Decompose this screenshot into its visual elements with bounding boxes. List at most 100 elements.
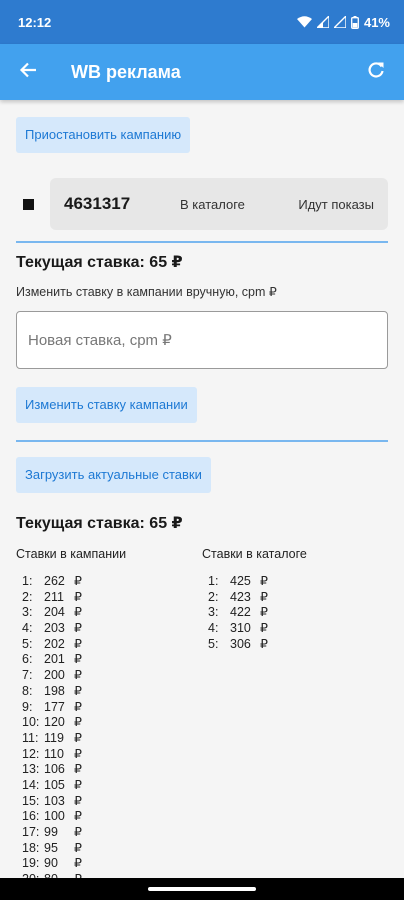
bid-currency: ₽ [74, 605, 82, 620]
divider [16, 440, 388, 442]
manual-rate-hint: Изменить ставку в кампании вручную, cpm … [16, 285, 277, 299]
bid-rank: 15: [22, 793, 40, 808]
bid-list-item: 5: 202 ₽ [22, 637, 202, 653]
bid-rank: 5: [22, 636, 33, 651]
bid-rank: 1: [22, 574, 33, 588]
bid-currency: ₽ [74, 589, 82, 604]
campaign-bids-column: Ставки в кампании 1: 262 ₽2: 211 ₽3: 204 ₽4: 20… [16, 547, 202, 878]
bid-rank: 4: [208, 621, 219, 636]
campaign-status: Идут показы [298, 196, 374, 212]
bid-value: 423 [230, 589, 251, 604]
bid-value: 90 [44, 856, 58, 871]
bid-value: 310 [230, 621, 251, 636]
bid-rank: 6: [22, 652, 33, 667]
bid-rank: 19: [22, 856, 40, 871]
bid-currency: ₽ [74, 746, 82, 761]
bid-rank: 17: [22, 825, 40, 839]
bid-value: 202 [44, 636, 65, 651]
bid-list-item: 13: 106 ₽ [22, 762, 202, 778]
back-button[interactable] [0, 44, 56, 100]
battery-icon [351, 15, 359, 29]
bid-currency: ₽ [260, 589, 268, 604]
bid-currency: ₽ [260, 574, 268, 588]
bid-currency: ₽ [260, 621, 268, 636]
bid-currency: ₽ [74, 621, 82, 636]
load-bids-button[interactable]: Загрузить актуальные ставки [16, 457, 211, 493]
navigation-bar [0, 878, 404, 900]
bid-currency: ₽ [74, 777, 82, 792]
campaign-card[interactable]: 4631317 В каталоге Идут показы [50, 178, 388, 230]
pause-campaign-button[interactable]: Приостановить кампанию [16, 117, 191, 153]
bid-value: 198 [44, 683, 65, 698]
status-icons: 41% [296, 14, 390, 30]
bid-value: 425 [230, 574, 251, 588]
campaign-bids-title: Ставки в кампании [16, 547, 127, 561]
bid-list-item: 4: 203 ₽ [22, 621, 202, 637]
bid-list-item: 2: 211 ₽ [22, 590, 202, 606]
bid-value: 103 [44, 793, 65, 808]
bid-currency: ₽ [74, 809, 82, 824]
bid-rank: 2: [208, 589, 219, 604]
campaign-status-square-icon [23, 198, 34, 210]
bid-list-item: 6: 201 ₽ [22, 652, 202, 668]
campaign-bids-list: 1: 262 ₽2: 211 ₽3: 204 ₽4: 203 ₽5: 202 ₽6: 201 ₽7: 20… [16, 574, 202, 878]
bid-rank: 8: [22, 683, 33, 698]
bid-rank: 7: [22, 668, 33, 683]
bid-rank: 11: [22, 730, 39, 745]
bid-currency: ₽ [74, 762, 82, 777]
bid-list-item: 7: 200 ₽ [22, 668, 202, 684]
bid-value: 99 [44, 825, 58, 839]
bid-list-item: 10: 120 ₽ [22, 715, 202, 731]
bid-currency: ₽ [260, 605, 268, 620]
bid-rank: 3: [22, 605, 33, 620]
bid-rank: 5: [208, 636, 219, 651]
status-time: 12:12 [18, 14, 52, 30]
new-rate-field [16, 311, 388, 369]
main-content: Приостановить кампанию 4631317 В каталог… [0, 100, 404, 878]
home-gesture-handle[interactable] [148, 887, 256, 891]
bid-rank: 12: [22, 746, 40, 761]
catalog-bids-column: Ставки в каталоге 1: 425 ₽2: 423 ₽3: 422 ₽4: 31… [202, 547, 388, 878]
signal-icon-2 [333, 16, 346, 28]
new-rate-input[interactable] [28, 331, 376, 349]
bid-list-item: 19: 90 ₽ [22, 856, 202, 872]
bid-currency: ₽ [74, 730, 82, 745]
bid-list-item: 3: 422 ₽ [208, 605, 388, 621]
bid-rank: 2: [22, 589, 33, 604]
current-rate-heading-2: Текущая ставка: 65 ₽ [16, 515, 183, 532]
bid-value: 105 [44, 777, 65, 792]
battery-percent: 41% [363, 14, 390, 30]
signal-icon [316, 16, 329, 28]
bid-currency: ₽ [74, 574, 82, 588]
bid-rank: 18: [22, 840, 40, 855]
campaign-location: В каталоге [180, 196, 245, 212]
bid-rank: 10: [22, 715, 40, 730]
bid-currency: ₽ [74, 793, 82, 808]
change-rate-button[interactable]: Изменить ставку кампании [16, 387, 197, 423]
bid-value: 110 [44, 746, 64, 761]
bid-value: 100 [44, 809, 65, 824]
catalog-bids-list: 1: 425 ₽2: 423 ₽3: 422 ₽4: 310 ₽5: 306 ₽ [202, 574, 388, 652]
bid-rank: 16: [22, 809, 40, 824]
bid-currency: ₽ [74, 825, 82, 839]
bid-value: 119 [44, 730, 64, 745]
bid-value: 262 [44, 574, 65, 588]
arrow-left-icon [19, 61, 37, 84]
bid-rank: 4: [22, 621, 33, 636]
bid-currency: ₽ [74, 668, 82, 683]
refresh-icon [367, 61, 385, 84]
bid-rank: 3: [208, 605, 219, 620]
bid-currency: ₽ [74, 699, 82, 714]
bid-currency: ₽ [74, 715, 82, 730]
bid-value: 422 [230, 605, 251, 620]
bid-currency: ₽ [74, 856, 82, 871]
bid-value: 306 [230, 636, 251, 651]
bid-currency: ₽ [74, 636, 82, 651]
bid-list-item: 18: 95 ₽ [22, 841, 202, 857]
bid-rank: 9: [22, 699, 33, 714]
bid-value: 201 [44, 652, 65, 667]
bid-currency: ₽ [260, 636, 268, 651]
refresh-button[interactable] [348, 44, 404, 100]
catalog-bids-title: Ставки в каталоге [202, 547, 307, 561]
bid-list-item: 8: 198 ₽ [22, 684, 202, 700]
